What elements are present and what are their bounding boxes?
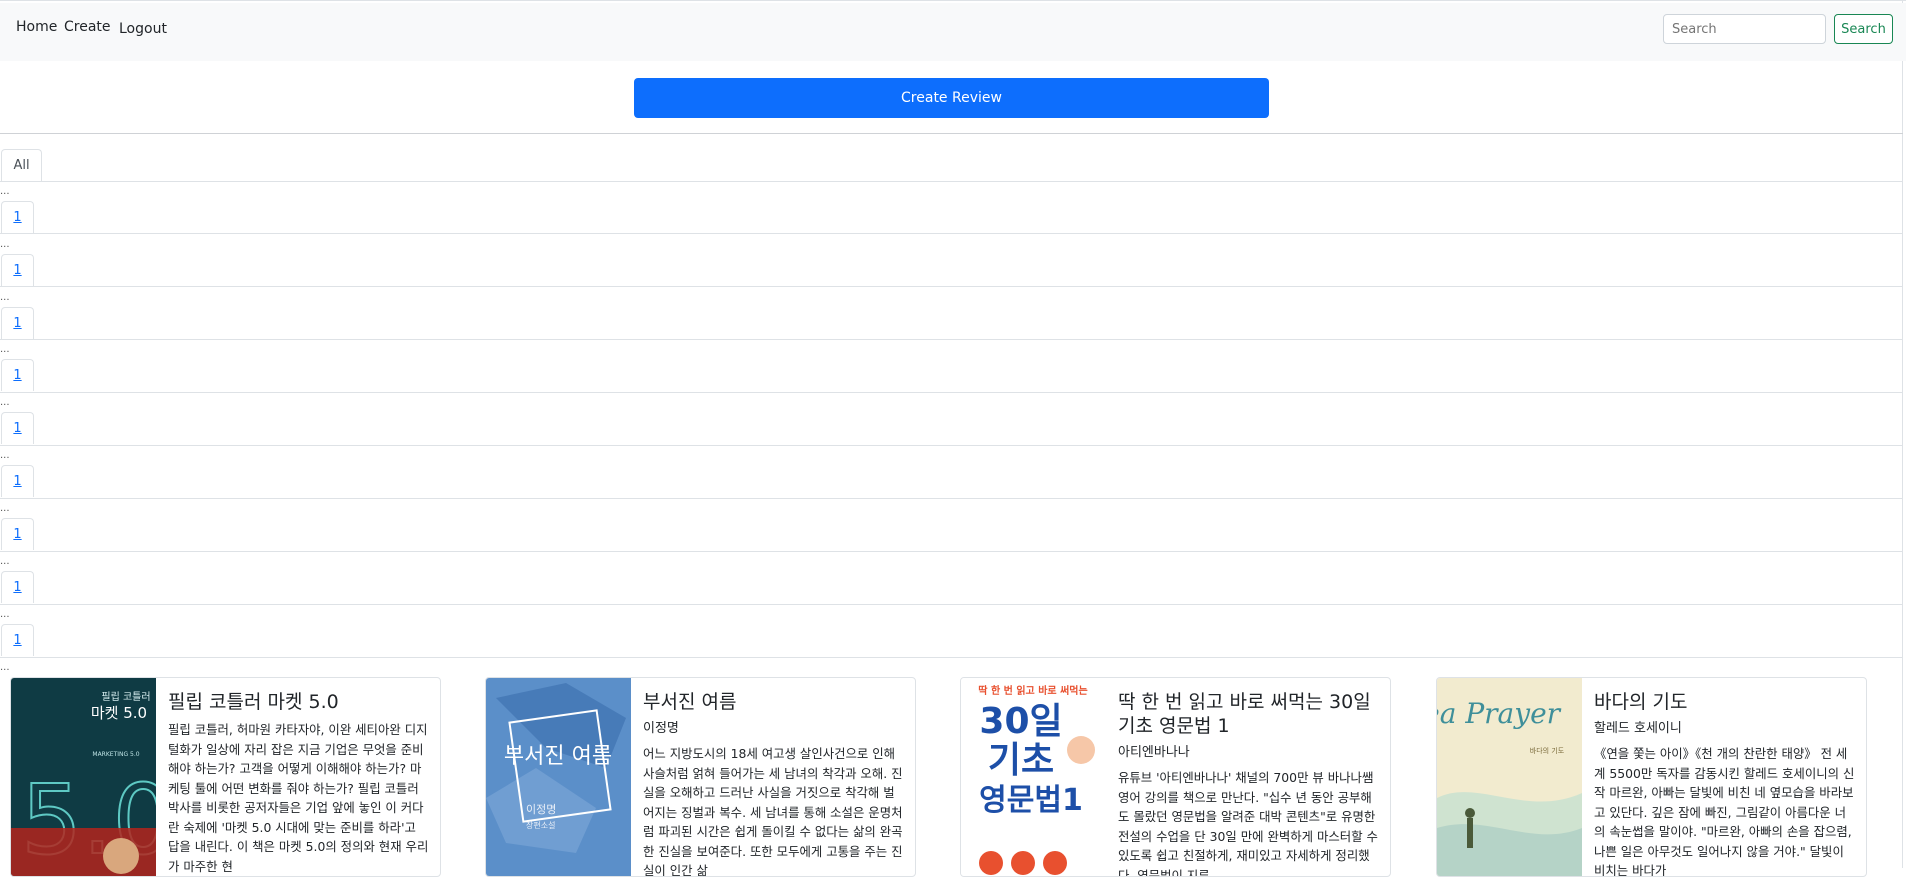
cover-author-text: 이정명 xyxy=(526,803,556,816)
book-title[interactable]: 필립 코틀러 마켓 5.0 xyxy=(168,690,430,714)
page-link[interactable]: 1 xyxy=(2,255,33,287)
row-marker: ... xyxy=(0,292,10,303)
book-description: 필립 코틀러, 허마원 카타자야, 이완 세티아완 디지털화가 일상에 자리 잡… xyxy=(168,722,429,874)
page-link[interactable]: 1 xyxy=(2,466,33,498)
cover-sub-text: MARKETING 5.0 xyxy=(92,751,139,758)
book-card[interactable]: 5.0 필립 코틀러 마켓 5.0 MARKETING 5.0 필립 코틀러 마… xyxy=(10,677,441,877)
page-link[interactable]: 1 xyxy=(2,519,33,551)
row-marker: ... xyxy=(0,344,10,355)
cover-sub-text: 바다의 기도 xyxy=(1530,746,1565,755)
row-divider xyxy=(0,339,1903,340)
book-card-body: 필립 코틀러 마켓 5.0 필립 코틀러, 허마원 카타자야, 이완 세티아완 … xyxy=(168,690,430,876)
book-card-body: 부서진 여름 이정명 어느 지방도시의 18세 여고생 살인사건으로 인해 사슬… xyxy=(643,690,905,877)
row-marker: ... xyxy=(0,239,10,250)
page-item: 1 xyxy=(1,465,34,497)
row-marker: ... xyxy=(0,450,10,461)
cover-title-text: 마켓 5.0 xyxy=(91,704,147,722)
row-divider xyxy=(0,498,1903,499)
book-card-body: 바다의 기도 할레드 호세이니 《연을 쫓는 아이》《천 개의 찬란한 태양》 … xyxy=(1594,690,1856,877)
cover-line2: 기초 xyxy=(988,740,1054,781)
book-author: 할레드 호세이니 xyxy=(1594,721,1682,736)
nav-link-home[interactable]: Home xyxy=(16,19,57,35)
row-marker: ... xyxy=(0,609,10,620)
row-marker: ... xyxy=(0,186,10,197)
divider xyxy=(0,133,1903,134)
cover-line3: 영문법1 xyxy=(979,783,1083,818)
cover-title-text: 부서진 여름 xyxy=(504,744,612,769)
page-link[interactable]: 1 xyxy=(2,413,33,445)
book-cover-image: 5.0 필립 코틀러 마켓 5.0 MARKETING 5.0 xyxy=(11,678,156,876)
row-marker: ... xyxy=(0,503,10,514)
book-cover-image: 부서진 여름 이정명 장편소설 xyxy=(486,678,631,876)
row-divider xyxy=(0,445,1903,446)
book-cover-image: 딱 한 번 읽고 바로 써먹는 30일 기초 영문법1 xyxy=(961,678,1106,876)
page-link[interactable]: 1 xyxy=(2,625,33,657)
page-link[interactable]: 1 xyxy=(2,360,33,392)
search-button[interactable]: Search xyxy=(1834,14,1893,44)
page-item: 1 xyxy=(1,201,34,233)
row-divider xyxy=(0,233,1903,234)
row-divider xyxy=(0,604,1903,605)
page-item: 1 xyxy=(1,518,34,550)
book-title[interactable]: 부서진 여름 xyxy=(643,690,905,714)
book-description: 어느 지방도시의 18세 여고생 살인사건으로 인해 사슬처럼 얽혀 들어가는 … xyxy=(643,746,903,877)
page-item: 1 xyxy=(1,412,34,444)
book-description: 《연을 쫓는 아이》《천 개의 찬란한 태양》 전 세계 5500만 독자를 감… xyxy=(1594,746,1855,877)
book-title[interactable]: 딱 한 번 읽고 바로 써먹는 30일 기초 영문법 1 xyxy=(1118,690,1380,738)
nav-link-logout[interactable]: Logout xyxy=(119,21,167,37)
page-link[interactable]: 1 xyxy=(2,572,33,604)
create-review-button[interactable]: Create Review xyxy=(634,78,1269,118)
page-link[interactable]: 1 xyxy=(2,202,33,234)
book-card[interactable]: 부서진 여름 이정명 장편소설 부서진 여름 이정명 어느 지방도시의 18세 … xyxy=(485,677,916,877)
row-divider xyxy=(0,392,1903,393)
tab-all[interactable]: All xyxy=(1,149,42,181)
book-title[interactable]: 바다의 기도 xyxy=(1594,690,1856,714)
book-card[interactable]: 딱 한 번 읽고 바로 써먹는 30일 기초 영문법1 딱 한 번 읽고 바로 … xyxy=(960,677,1391,877)
row-divider xyxy=(0,286,1903,287)
page-right-border xyxy=(1902,0,1903,868)
row-marker: ... xyxy=(0,662,10,673)
search-input[interactable] xyxy=(1663,14,1826,44)
page-item: 1 xyxy=(1,571,34,603)
row-marker: ... xyxy=(0,397,10,408)
book-author: 이정명 xyxy=(643,721,679,736)
cover-top-text: 필립 코틀러 xyxy=(101,690,150,703)
book-card-body: 딱 한 번 읽고 바로 써먹는 30일 기초 영문법 1 아티엔바나나 유튜브 … xyxy=(1118,690,1380,877)
page-item: 1 xyxy=(1,307,34,339)
nav-link-create[interactable]: Create xyxy=(64,19,111,35)
row-divider xyxy=(0,657,1903,658)
row-divider xyxy=(0,551,1903,552)
cover-title-text: Sea Prayer xyxy=(1437,697,1562,730)
cover-top-text: 딱 한 번 읽고 바로 써먹는 xyxy=(978,684,1087,697)
row-marker: ... xyxy=(0,556,10,567)
book-author: 아티엔바나나 xyxy=(1118,745,1190,760)
page-item: 1 xyxy=(1,624,34,656)
page-link[interactable]: 1 xyxy=(2,308,33,340)
book-cover-image: Sea Prayer 바다의 기도 xyxy=(1437,678,1582,876)
tabs-divider xyxy=(0,181,1903,182)
book-card[interactable]: Sea Prayer 바다의 기도 바다의 기도 할레드 호세이니 《연을 쫓는… xyxy=(1436,677,1867,877)
page-item: 1 xyxy=(1,254,34,286)
cover-sub-text: 장편소설 xyxy=(526,820,555,830)
navbar: Home Create Logout Search xyxy=(0,3,1906,61)
cover-line1: 30일 xyxy=(979,701,1062,742)
page-item: 1 xyxy=(1,359,34,391)
book-description: 유튜브 '아티엔바나나' 채널의 700만 뷰 바나나쌤 영어 강의를 책으로 … xyxy=(1118,770,1378,877)
